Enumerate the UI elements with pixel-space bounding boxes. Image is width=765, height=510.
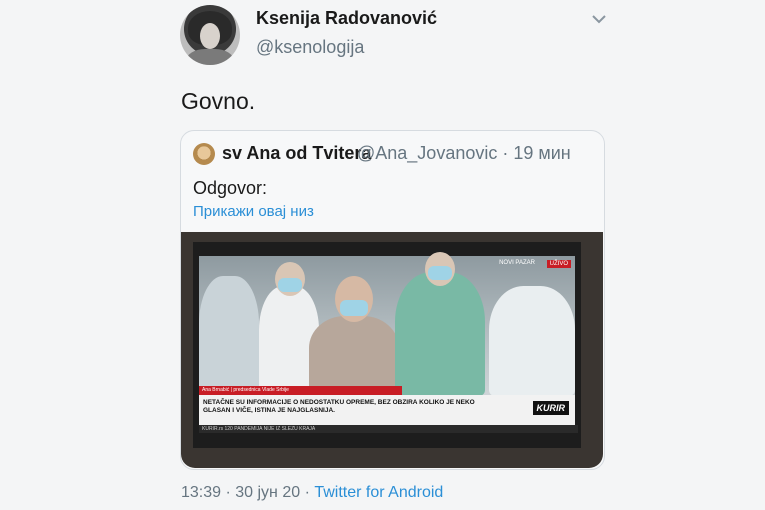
quoted-author-handle[interactable]: @Ana_Jovanovic · 19 мин: [357, 143, 571, 164]
person-right: [489, 286, 575, 396]
show-thread-link[interactable]: Прикажи овај низ: [193, 203, 314, 220]
quoted-reply-label: Odgovor:: [193, 178, 268, 198]
quoted-media-video[interactable]: NOVI PAZAR UŽIVO Ana Brnabić | predsedni…: [181, 232, 603, 468]
quoted-author-name[interactable]: sv Ana od Tvitera: [222, 143, 371, 164]
tweet-timestamp[interactable]: 13:39 · 30 јун 20 ·: [181, 484, 314, 501]
author-handle[interactable]: @ksenologija: [256, 37, 364, 58]
mask-green: [428, 266, 452, 280]
author-name[interactable]: Ksenija Radovanović: [256, 8, 437, 29]
mask: [278, 278, 302, 292]
tv-screen: NOVI PAZAR UŽIVO Ana Brnabić | predsedni…: [193, 242, 581, 448]
avatar-shirt: [186, 49, 234, 65]
speaker-body: [309, 316, 399, 396]
bottom-ticker: KURIR.rs 120 PANDEMIJA NIJE IZ SLEZU KRA…: [199, 425, 578, 433]
quoted-avatar[interactable]: [193, 143, 215, 165]
person-green: [395, 272, 485, 396]
live-tag: UŽIVO: [546, 260, 571, 268]
chevron-down-icon[interactable]: [590, 12, 608, 26]
author-avatar[interactable]: [180, 5, 240, 65]
speaker-caption: Ana Brnabić | predsednica Vlade Srbije: [199, 386, 402, 395]
lower-third: NETAČNE SU INFORMACIJE O NEDOSTATKU OPRE…: [199, 395, 575, 425]
speaker-mask: [340, 300, 368, 316]
tweet-source-link[interactable]: Twitter for Android: [314, 484, 443, 501]
headline-text: NETAČNE SU INFORMACIJE O NEDOSTATKU OPRE…: [203, 399, 475, 414]
avatar-face: [200, 23, 220, 49]
channel-logo: KURIR: [532, 401, 569, 415]
video-scene: NOVI PAZAR UŽIVO: [199, 252, 575, 396]
tweet-meta: 13:39 · 30 јун 20 · Twitter for Android: [181, 484, 443, 502]
person-left: [199, 276, 259, 396]
location-tag: NOVI PAZAR: [499, 260, 535, 266]
tweet-text: Govno.: [181, 88, 256, 114]
